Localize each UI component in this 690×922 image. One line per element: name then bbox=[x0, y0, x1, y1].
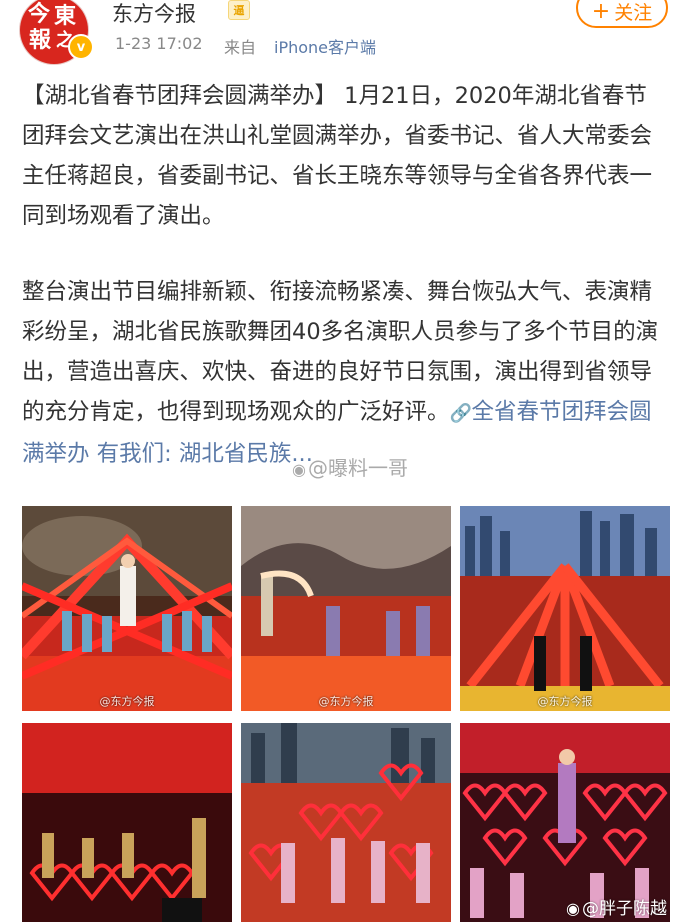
weibo-eye-icon-bottom: ◉ bbox=[566, 899, 580, 918]
gallery-photo-6[interactable] bbox=[460, 723, 670, 922]
weibo-eye-icon: ◉ bbox=[292, 460, 306, 479]
link-icon: 🔗 bbox=[449, 403, 472, 424]
post-source[interactable]: iPhone客户端 bbox=[274, 34, 376, 58]
hearts-performers-image-3 bbox=[460, 723, 670, 922]
post-paragraph-1: 【湖北省春节团拜会圆满举办】 1月21日，2020年湖北省春节团拜会文艺演出在洪… bbox=[22, 83, 653, 229]
dancers-image bbox=[241, 506, 451, 711]
watermark-middle-text: @曝料一哥 bbox=[307, 456, 408, 480]
image-gallery: @东方今报 @东方今报 @东方今报 bbox=[22, 506, 670, 922]
city-stage-image bbox=[460, 506, 670, 711]
avatar-char-3: 報 bbox=[29, 27, 52, 53]
verified-badge-icon: v bbox=[68, 34, 94, 60]
post-paragraph-2: 整台演出节目编排新颖、衔接流畅紧凑、舞台恢弘大气、表演精彩纷呈，湖北省民族歌舞团… bbox=[22, 272, 662, 474]
gallery-photo-4[interactable] bbox=[22, 723, 232, 922]
gallery-photo-2[interactable]: @东方今报 bbox=[241, 506, 451, 711]
follow-label: 关注 bbox=[614, 1, 653, 24]
plus-icon: + bbox=[591, 0, 611, 24]
hearts-performers-image-2 bbox=[241, 723, 451, 922]
post-time: 1-23 17:02 bbox=[115, 34, 203, 53]
post-source-prefix: 来自 bbox=[224, 38, 257, 57]
follow-button[interactable]: + 关注 bbox=[576, 0, 668, 28]
stage-ribbons-image bbox=[22, 506, 232, 711]
watermark-bottom-text: @胖子陈越 bbox=[581, 899, 667, 919]
watermark-bottom: ◉ @胖子陈越 bbox=[566, 894, 667, 919]
post-header: 今 東 報 之 v 东方今报 逼 1-23 17:02 来自 iPhone客户端… bbox=[0, 0, 690, 70]
vip-badge-icon: 逼 bbox=[228, 0, 250, 20]
photo-2-caption: @东方今报 bbox=[318, 695, 374, 708]
gallery-photo-1[interactable]: @东方今报 bbox=[22, 506, 232, 711]
post-body: 【湖北省春节团拜会圆满举办】 1月21日，2020年湖北省春节团拜会文艺演出在洪… bbox=[22, 76, 662, 474]
gallery-photo-3[interactable]: @东方今报 bbox=[460, 506, 670, 711]
photo-1-caption: @东方今报 bbox=[99, 695, 155, 708]
gallery-photo-5[interactable] bbox=[241, 723, 451, 922]
user-name[interactable]: 东方今报 bbox=[112, 0, 196, 28]
watermark-middle: ◉ @曝料一哥 bbox=[292, 452, 408, 481]
hearts-performers-image-1 bbox=[22, 723, 232, 922]
expand-link[interactable]: 有我们: 湖北省民族... bbox=[90, 441, 313, 467]
photo-3-caption: @东方今报 bbox=[537, 695, 593, 708]
